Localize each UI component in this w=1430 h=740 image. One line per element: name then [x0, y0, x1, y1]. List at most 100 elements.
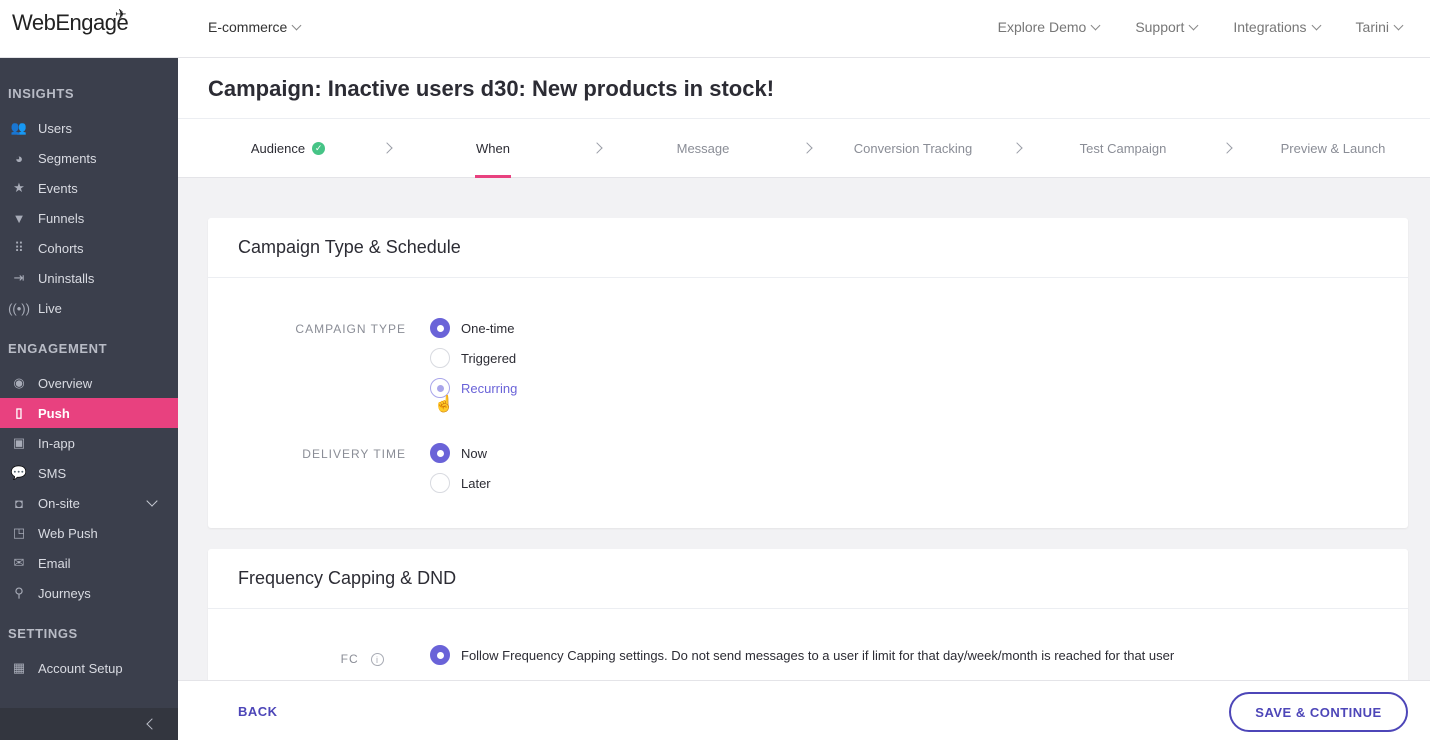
step-label: Conversion Tracking: [853, 141, 973, 156]
nav-integrations[interactable]: Integrations: [1233, 19, 1321, 35]
sidebar-item-label: Events: [38, 180, 78, 196]
project-selector[interactable]: E-commerce: [208, 19, 302, 35]
step-when[interactable]: When: [423, 119, 563, 178]
radio-now[interactable]: Now: [430, 443, 487, 463]
step-label: Test Campaign: [1079, 141, 1167, 156]
radio-later[interactable]: Later: [430, 473, 491, 493]
users-icon: 👥: [10, 120, 28, 135]
nav-explore-demo[interactable]: Explore Demo: [997, 19, 1101, 35]
radio-dot: [430, 645, 450, 665]
chevron-right-icon: [1221, 142, 1233, 154]
sidebar-item-label: Users: [38, 120, 72, 136]
page-title: Campaign: Inactive users d30: New produc…: [208, 76, 775, 101]
back-button[interactable]: BACK: [238, 704, 278, 719]
campaign-type-label: CAMPAIGN TYPE: [295, 322, 406, 336]
top-nav: Explore Demo Support Integrations Tarini: [997, 19, 1404, 35]
dashboard-icon: ▦: [12, 660, 26, 675]
radio-dot: [430, 473, 450, 493]
fc-label-row: FC i: [184, 652, 384, 667]
info-icon[interactable]: i: [371, 653, 384, 667]
sidebar-item-label: Uninstalls: [38, 270, 95, 286]
step-label: Message: [676, 141, 730, 156]
page-header: Campaign: Inactive users d30: New produc…: [178, 58, 1430, 118]
radio-triggered[interactable]: Triggered: [430, 348, 516, 368]
mobile-icon: ▯: [15, 405, 23, 420]
sidebar-item-label: Push: [38, 405, 70, 421]
sidebar-item-sms[interactable]: 💬 SMS: [0, 458, 178, 488]
campaign-steps: Audience ✓ When Message Conversion Track…: [178, 118, 1430, 178]
step-audience[interactable]: Audience ✓: [218, 119, 358, 178]
nav-user-menu[interactable]: Tarini: [1355, 19, 1404, 35]
sidebar-collapse-button[interactable]: [0, 708, 178, 740]
sidebar-item-live[interactable]: ((•)) Live: [0, 293, 178, 323]
nav-label: Explore Demo: [997, 19, 1087, 35]
sidebar-item-label: Live: [38, 300, 62, 316]
step-test-campaign[interactable]: Test Campaign: [1053, 119, 1193, 178]
section-title-settings: SETTINGS: [8, 626, 78, 641]
window-icon: ◘: [15, 495, 23, 511]
sidebar-item-overview[interactable]: ◉ Overview: [0, 368, 178, 398]
check-icon: ✓: [312, 142, 326, 155]
card-title: Campaign Type & Schedule: [208, 218, 1408, 278]
sidebar-item-label: Overview: [38, 375, 93, 391]
step-message[interactable]: Message: [633, 119, 773, 178]
webpush-icon: ◳: [12, 525, 26, 540]
sidebar-item-label: Segments: [38, 150, 97, 166]
radio-label: Recurring: [461, 380, 518, 396]
section-title-engagement: ENGAGEMENT: [8, 341, 108, 356]
logo[interactable]: WebEngage ✈: [12, 6, 129, 36]
radio-dot: [430, 318, 450, 338]
radio-label: Triggered: [461, 350, 517, 366]
chevron-right-icon: [801, 142, 813, 154]
sidebar-item-funnels[interactable]: ▼ Funnels: [0, 203, 178, 233]
delivery-time-label: DELIVERY TIME: [302, 447, 406, 461]
radio-follow-fc[interactable]: Follow Frequency Capping settings. Do no…: [430, 645, 1174, 665]
step-label: When: [476, 141, 510, 156]
radio-one-time[interactable]: One-time: [430, 318, 514, 338]
inapp-icon: ▣: [12, 435, 26, 450]
radio-dot: [430, 348, 450, 368]
chevron-down-icon: [1188, 20, 1199, 30]
chevron-down-icon: [1090, 20, 1101, 30]
sidebar-item-label: SMS: [38, 465, 67, 481]
nav-label: Tarini: [1355, 19, 1389, 35]
sidebar-item-label: On-site: [38, 495, 80, 511]
radio-label: One-time: [461, 320, 515, 336]
sidebar-item-in-app[interactable]: ▣ In-app: [0, 428, 178, 458]
step-label: Audience: [250, 141, 306, 156]
sms-icon: 💬: [10, 465, 28, 480]
step-preview-launch[interactable]: Preview & Launch: [1263, 119, 1403, 178]
bird-icon: ✈: [115, 6, 127, 22]
save-continue-button[interactable]: SAVE & CONTINUE: [1229, 692, 1408, 732]
sidebar-item-cohorts[interactable]: ⠿ Cohorts: [0, 233, 178, 263]
sidebar-item-journeys[interactable]: ⚲ Journeys: [0, 578, 178, 608]
sidebar-item-segments[interactable]: ◕ Segments: [0, 143, 178, 173]
nav-support[interactable]: Support: [1135, 19, 1199, 35]
rocket-icon: ⚲: [14, 585, 24, 600]
sidebar-item-users[interactable]: 👥 Users: [0, 113, 178, 143]
radio-label: Later: [461, 475, 491, 491]
sidebar-item-account-setup[interactable]: ▦ Account Setup: [0, 653, 178, 683]
sidebar-item-push[interactable]: ▯ Push: [0, 398, 178, 428]
sidebar-item-label: In-app: [38, 435, 75, 451]
card-title: Frequency Capping & DND: [208, 549, 1408, 609]
sidebar-item-web-push[interactable]: ◳ Web Push: [0, 518, 178, 548]
radio-dot: [430, 443, 450, 463]
nav-label: Integrations: [1233, 19, 1307, 35]
sidebar-item-email[interactable]: ✉ Email: [0, 548, 178, 578]
sidebar-item-uninstalls[interactable]: ⇥ Uninstalls: [0, 263, 178, 293]
chevron-down-icon[interactable]: [146, 495, 158, 507]
step-conversion-tracking[interactable]: Conversion Tracking: [843, 119, 983, 178]
footer-bar: BACK SAVE & CONTINUE: [178, 680, 1430, 740]
hand-cursor-icon: ☝: [434, 396, 454, 413]
sidebar-item-events[interactable]: ★ Events: [0, 173, 178, 203]
chevron-right-icon: [1011, 142, 1023, 154]
radio-label: Now: [461, 445, 488, 461]
sidebar-item-on-site[interactable]: ◘ On-site: [0, 488, 178, 518]
chevron-down-icon: [1311, 20, 1321, 30]
sidebar-item-label: Email: [38, 555, 71, 571]
sidebar-item-label: Cohorts: [38, 240, 84, 256]
sidebar-item-label: Account Setup: [38, 660, 123, 676]
funnel-icon: ▼: [12, 210, 26, 226]
active-step-indicator: [475, 175, 511, 178]
